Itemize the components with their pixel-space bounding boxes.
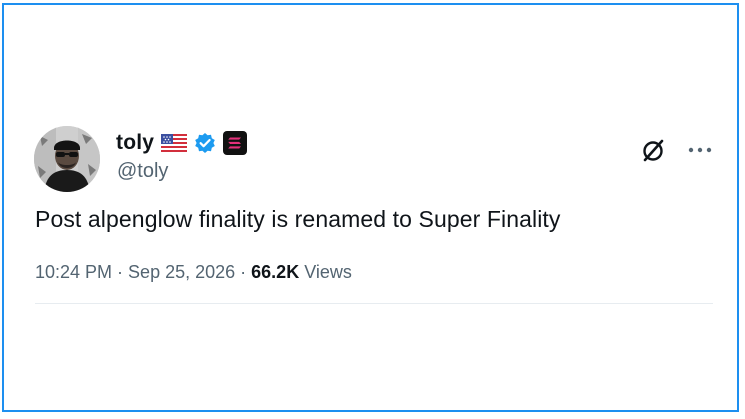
- tweet-date[interactable]: Sep 25, 2026: [128, 262, 235, 283]
- divider: [35, 303, 713, 304]
- tweet-meta: 10:24 PM · Sep 25, 2026 · 66.2K Views: [35, 262, 352, 283]
- views-count: 66.2K: [251, 262, 300, 282]
- us-flag-icon: [161, 134, 188, 152]
- tweet-text: Post alpenglow finality is renamed to Su…: [35, 206, 561, 232]
- grok-icon[interactable]: [640, 136, 668, 164]
- solana-logo-icon[interactable]: [223, 131, 248, 155]
- author-display-name[interactable]: toly: [116, 131, 154, 155]
- views-label: Views: [304, 262, 352, 282]
- meta-separator: ·: [240, 262, 247, 282]
- author-name-row: toly: [116, 129, 248, 157]
- avatar[interactable]: [34, 126, 100, 192]
- author-handle[interactable]: @toly: [117, 160, 168, 183]
- meta-separator: ·: [117, 262, 124, 282]
- avatar-photo: [34, 126, 100, 192]
- more-options-icon[interactable]: [686, 140, 714, 160]
- verified-badge-icon[interactable]: [194, 132, 216, 154]
- tweet-time[interactable]: 10:24 PM: [35, 262, 112, 283]
